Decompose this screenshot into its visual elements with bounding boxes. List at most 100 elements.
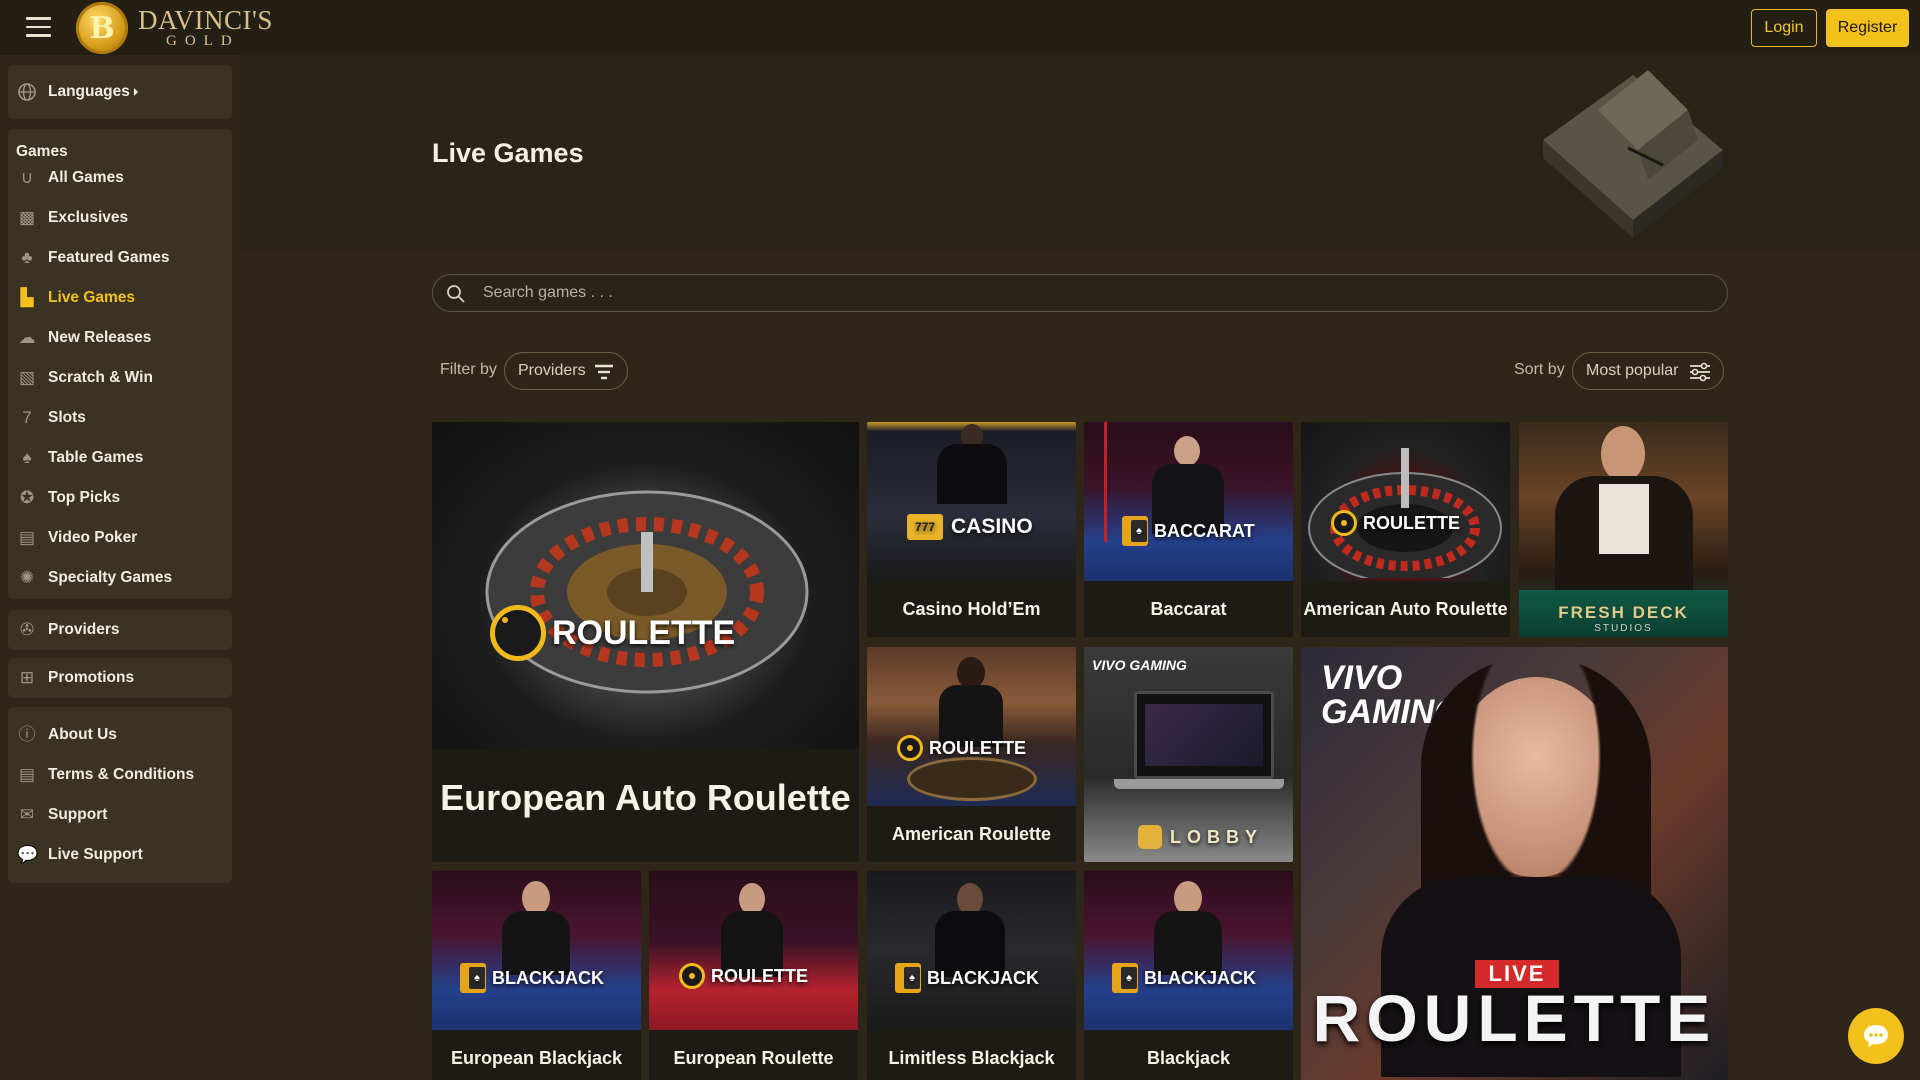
sidebar-item-label: Promotions [48, 669, 135, 686]
game-tile-european-auto-roulette[interactable]: ROULETTE European Auto Roulette [432, 422, 859, 862]
sidebar-item-top-picks[interactable]: ✪ Top Picks [8, 480, 232, 516]
sidebar-item-label: About Us [48, 726, 117, 743]
dealer-shirt [1599, 484, 1649, 554]
logo-line-1: DAVINCI'S [138, 5, 273, 35]
sidebar-item-label: Top Picks [48, 489, 121, 506]
game-tile-european-blackjack[interactable]: BLACKJACK European Blackjack [432, 871, 641, 1080]
sidebar-item-specialty-games[interactable]: ✺ Specialty Games [8, 560, 232, 596]
laptop-screen [1134, 691, 1274, 779]
sidebar-languages-group: Languages [8, 65, 232, 119]
sidebar-item-label: Specialty Games [48, 569, 173, 586]
sidebar-item-new-releases[interactable]: ☁ New Releases [8, 320, 232, 356]
sidebar-item-about-us[interactable]: ⓘ About Us [8, 717, 232, 753]
search-icon [447, 285, 465, 303]
sidebar-item-live-support[interactable]: 💬 Live Support [8, 837, 232, 873]
game-tile-vivo-live-roulette[interactable]: VIVO GAMING LIVE ROULETTE [1301, 647, 1728, 1080]
sidebar-item-label: Providers [48, 621, 120, 638]
sidebar-item-table-games[interactable]: ♠ Table Games [8, 440, 232, 476]
sidebar-item-support[interactable]: ✉ Support [8, 797, 232, 833]
hamburger-menu-icon[interactable] [26, 17, 51, 37]
vivo-gaming-logo: VIVO GAMING [1092, 657, 1187, 673]
sidebar: Languages Games ∪ All Games ▩ Exclusives… [0, 55, 240, 1080]
blackjack-badge: BLACKJACK [895, 963, 1039, 993]
game-tile-american-roulette[interactable]: ROULETTE American Roulette [867, 647, 1076, 862]
sidebar-item-video-poker[interactable]: ▤ Video Poker [8, 520, 232, 556]
sidebar-item-scratch-win[interactable]: ▧ Scratch & Win [8, 360, 232, 396]
slots-icon: 7 [22, 408, 32, 427]
roulette-wheel-icon [907, 757, 1037, 801]
sidebar-item-slots[interactable]: 7 Slots [8, 400, 232, 436]
game-title: Blackjack [1146, 1048, 1231, 1068]
sidebar-item-live-games[interactable]: ▙ Live Games [8, 280, 232, 316]
blackjack-badge: BLACKJACK [1112, 963, 1256, 993]
roulette-chip-icon [897, 735, 923, 761]
specialty-icon: ✺ [19, 568, 35, 587]
game-thumbnail: 777 CASINO [867, 422, 1076, 581]
site-logo[interactable]: B DAVINCI'S GOLD [76, 2, 273, 54]
sidebar-item-label: Live Games [48, 289, 136, 306]
logo-text: DAVINCI'S GOLD [138, 7, 273, 49]
sidebar-item-label: Video Poker [48, 529, 138, 546]
document-icon: ▤ [18, 765, 36, 784]
mail-icon: ✉ [19, 805, 35, 824]
sort-dropdown[interactable]: Most popular [1572, 352, 1724, 390]
sidebar-item-languages[interactable]: Languages [8, 74, 232, 110]
game-tile-baccarat[interactable]: BACCARAT Baccarat [1084, 422, 1293, 637]
dealer-head [1174, 881, 1202, 915]
game-thumbnail: ROULETTE [1301, 422, 1510, 581]
brand-line-1: FRESH DECK [1558, 603, 1689, 622]
game-tile-casino-holdem[interactable]: 777 CASINO Casino Hold’Em [867, 422, 1076, 637]
dealer-head [1601, 426, 1645, 482]
register-button[interactable]: Register [1826, 9, 1909, 47]
slot-777-icon: 777 [907, 514, 943, 540]
sidebar-item-label: New Releases [48, 329, 152, 346]
scratch-icon: ▧ [18, 368, 36, 387]
game-tile-vivo-lobby[interactable]: VIVO GAMING LOBBY [1084, 647, 1293, 862]
playing-card-icon [460, 963, 486, 993]
sidebar-item-exclusives[interactable]: ▩ Exclusives [8, 200, 232, 236]
sort-value: Most popular [1586, 362, 1679, 379]
sidebar-item-terms[interactable]: ▤ Terms & Conditions [8, 757, 232, 793]
sidebar-item-label: Terms & Conditions [48, 766, 195, 783]
caret-right-icon [133, 87, 138, 96]
game-thumbnail: ROULETTE [649, 871, 858, 1030]
sidebar-item-label: Support [48, 806, 108, 823]
login-button[interactable]: Login [1751, 9, 1817, 47]
blackjack-badge: BLACKJACK [460, 963, 604, 993]
sidebar-item-label: Live Support [48, 846, 143, 863]
game-tile-limitless-blackjack[interactable]: BLACKJACK Limitless Blackjack [867, 871, 1076, 1080]
game-tile-fresh-deck-studios[interactable]: FRESH DECK STUDIOS [1519, 422, 1728, 637]
filter-value: Providers [518, 362, 586, 379]
sidebar-item-all-games[interactable]: ∪ All Games [8, 160, 232, 196]
search-input[interactable] [483, 275, 1703, 311]
game-tile-american-auto-roulette[interactable]: ROULETTE American Auto Roulette [1301, 422, 1510, 637]
sidebar-item-label: Slots [48, 409, 86, 426]
game-tile-blackjack[interactable]: BLACKJACK Blackjack [1084, 871, 1293, 1080]
sidebar-item-featured-games[interactable]: ♣ Featured Games [8, 240, 232, 276]
top-bar: B DAVINCI'S GOLD Login Register [0, 0, 1920, 55]
providers-filter-button[interactable]: Providers [504, 352, 628, 390]
logo-coin-icon: B [76, 2, 128, 54]
game-title: European Blackjack [450, 1048, 623, 1068]
playing-card-icon [1122, 516, 1148, 546]
sidebar-item-label: Featured Games [48, 249, 170, 266]
baccarat-badge: BACCARAT [1122, 516, 1255, 546]
filter-icon [595, 364, 613, 380]
sliders-icon [1690, 362, 1710, 382]
game-title: American Auto Roulette [1303, 599, 1508, 619]
sidebar-providers-group: ✇ Providers [8, 610, 232, 650]
providers-icon: ✇ [19, 620, 35, 639]
game-title: European Auto Roulette [440, 777, 851, 818]
live-chat-button[interactable] [1848, 1008, 1904, 1064]
sort-label: Sort by [1514, 361, 1565, 378]
game-title: Limitless Blackjack [888, 1048, 1055, 1068]
game-tile-european-roulette[interactable]: ROULETTE European Roulette [649, 871, 858, 1080]
stage-light [1104, 422, 1107, 542]
sidebar-item-providers[interactable]: ✇ Providers [8, 612, 232, 648]
game-thumbnail: ROULETTE [432, 422, 859, 749]
games-heading: Games [16, 143, 68, 160]
filter-label: Filter by [440, 361, 497, 378]
chat-bubble-icon [1864, 1025, 1888, 1047]
sidebar-item-promotions[interactable]: ⊞ Promotions [8, 660, 232, 696]
exclusives-icon: ▩ [18, 208, 36, 227]
